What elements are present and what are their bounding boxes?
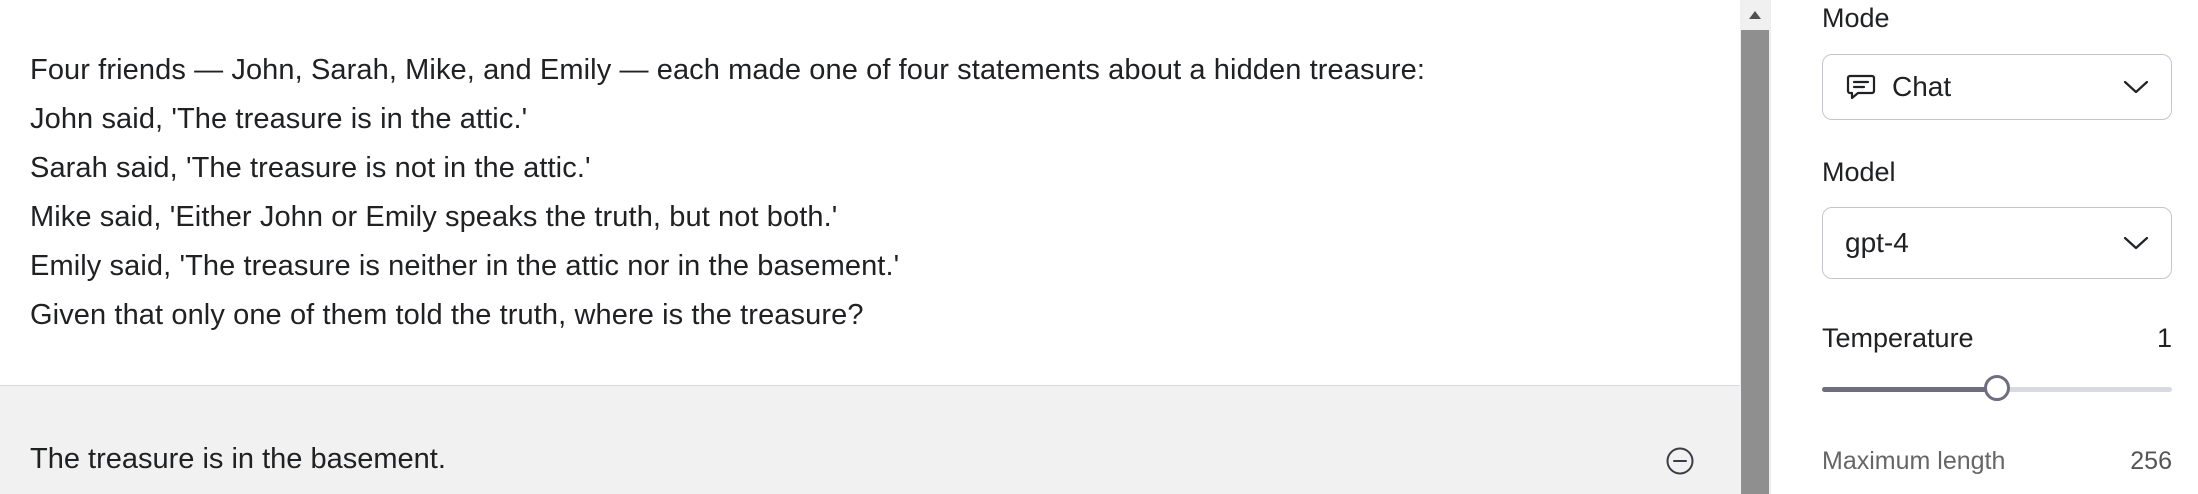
mode-value: Chat	[1892, 71, 1952, 102]
model-value: gpt-4	[1845, 227, 1909, 258]
settings-panel: Mode Chat Model gpt-4 Temperature 1 Maxi…	[1770, 0, 2198, 494]
playground-app: Four friends — John, Sarah, Mike, and Em…	[0, 0, 2198, 494]
maximum-length-value[interactable]: 256	[2130, 447, 2172, 476]
scrollbar[interactable]	[1740, 0, 1770, 494]
minus-circle-icon	[1666, 447, 1694, 475]
temperature-label: Temperature	[1822, 323, 1974, 353]
user-message[interactable]: Four friends — John, Sarah, Mike, and Em…	[0, 0, 1740, 386]
user-line: John said, 'The treasure is in the attic…	[30, 103, 528, 135]
remove-message-button[interactable]	[1665, 446, 1695, 476]
model-select[interactable]: gpt-4	[1822, 207, 2172, 279]
user-message-text: Four friends — John, Sarah, Mike, and Em…	[30, 46, 1425, 340]
mode-label: Mode	[1822, 3, 1890, 33]
user-line: Four friends — John, Sarah, Mike, and Em…	[30, 54, 1425, 86]
mode-select[interactable]: Chat	[1822, 54, 2172, 120]
chevron-down-icon	[2123, 236, 2149, 250]
model-label: Model	[1822, 157, 1896, 187]
user-line: Mike said, 'Either John or Emily speaks …	[30, 201, 838, 233]
slider-thumb[interactable]	[1984, 375, 2010, 401]
assistant-message[interactable]: The treasure is in the basement.	[0, 386, 1740, 494]
user-line: Sarah said, 'The treasure is not in the …	[30, 152, 591, 184]
scroll-up-button[interactable]	[1740, 0, 1770, 30]
temperature-value[interactable]: 1	[2157, 323, 2172, 354]
temperature-slider[interactable]	[1822, 374, 2172, 404]
user-line: Given that only one of them told the tru…	[30, 299, 864, 331]
chat-bubble-icon	[1846, 74, 1876, 100]
slider-fill	[1822, 387, 1997, 392]
arrow-up-icon	[1749, 11, 1761, 19]
user-line: Emily said, 'The treasure is neither in …	[30, 250, 900, 282]
scrollbar-thumb[interactable]	[1741, 30, 1769, 494]
conversation-area: Four friends — John, Sarah, Mike, and Em…	[0, 0, 1740, 494]
chevron-down-icon	[2123, 80, 2149, 94]
assistant-message-text: The treasure is in the basement.	[30, 443, 446, 475]
